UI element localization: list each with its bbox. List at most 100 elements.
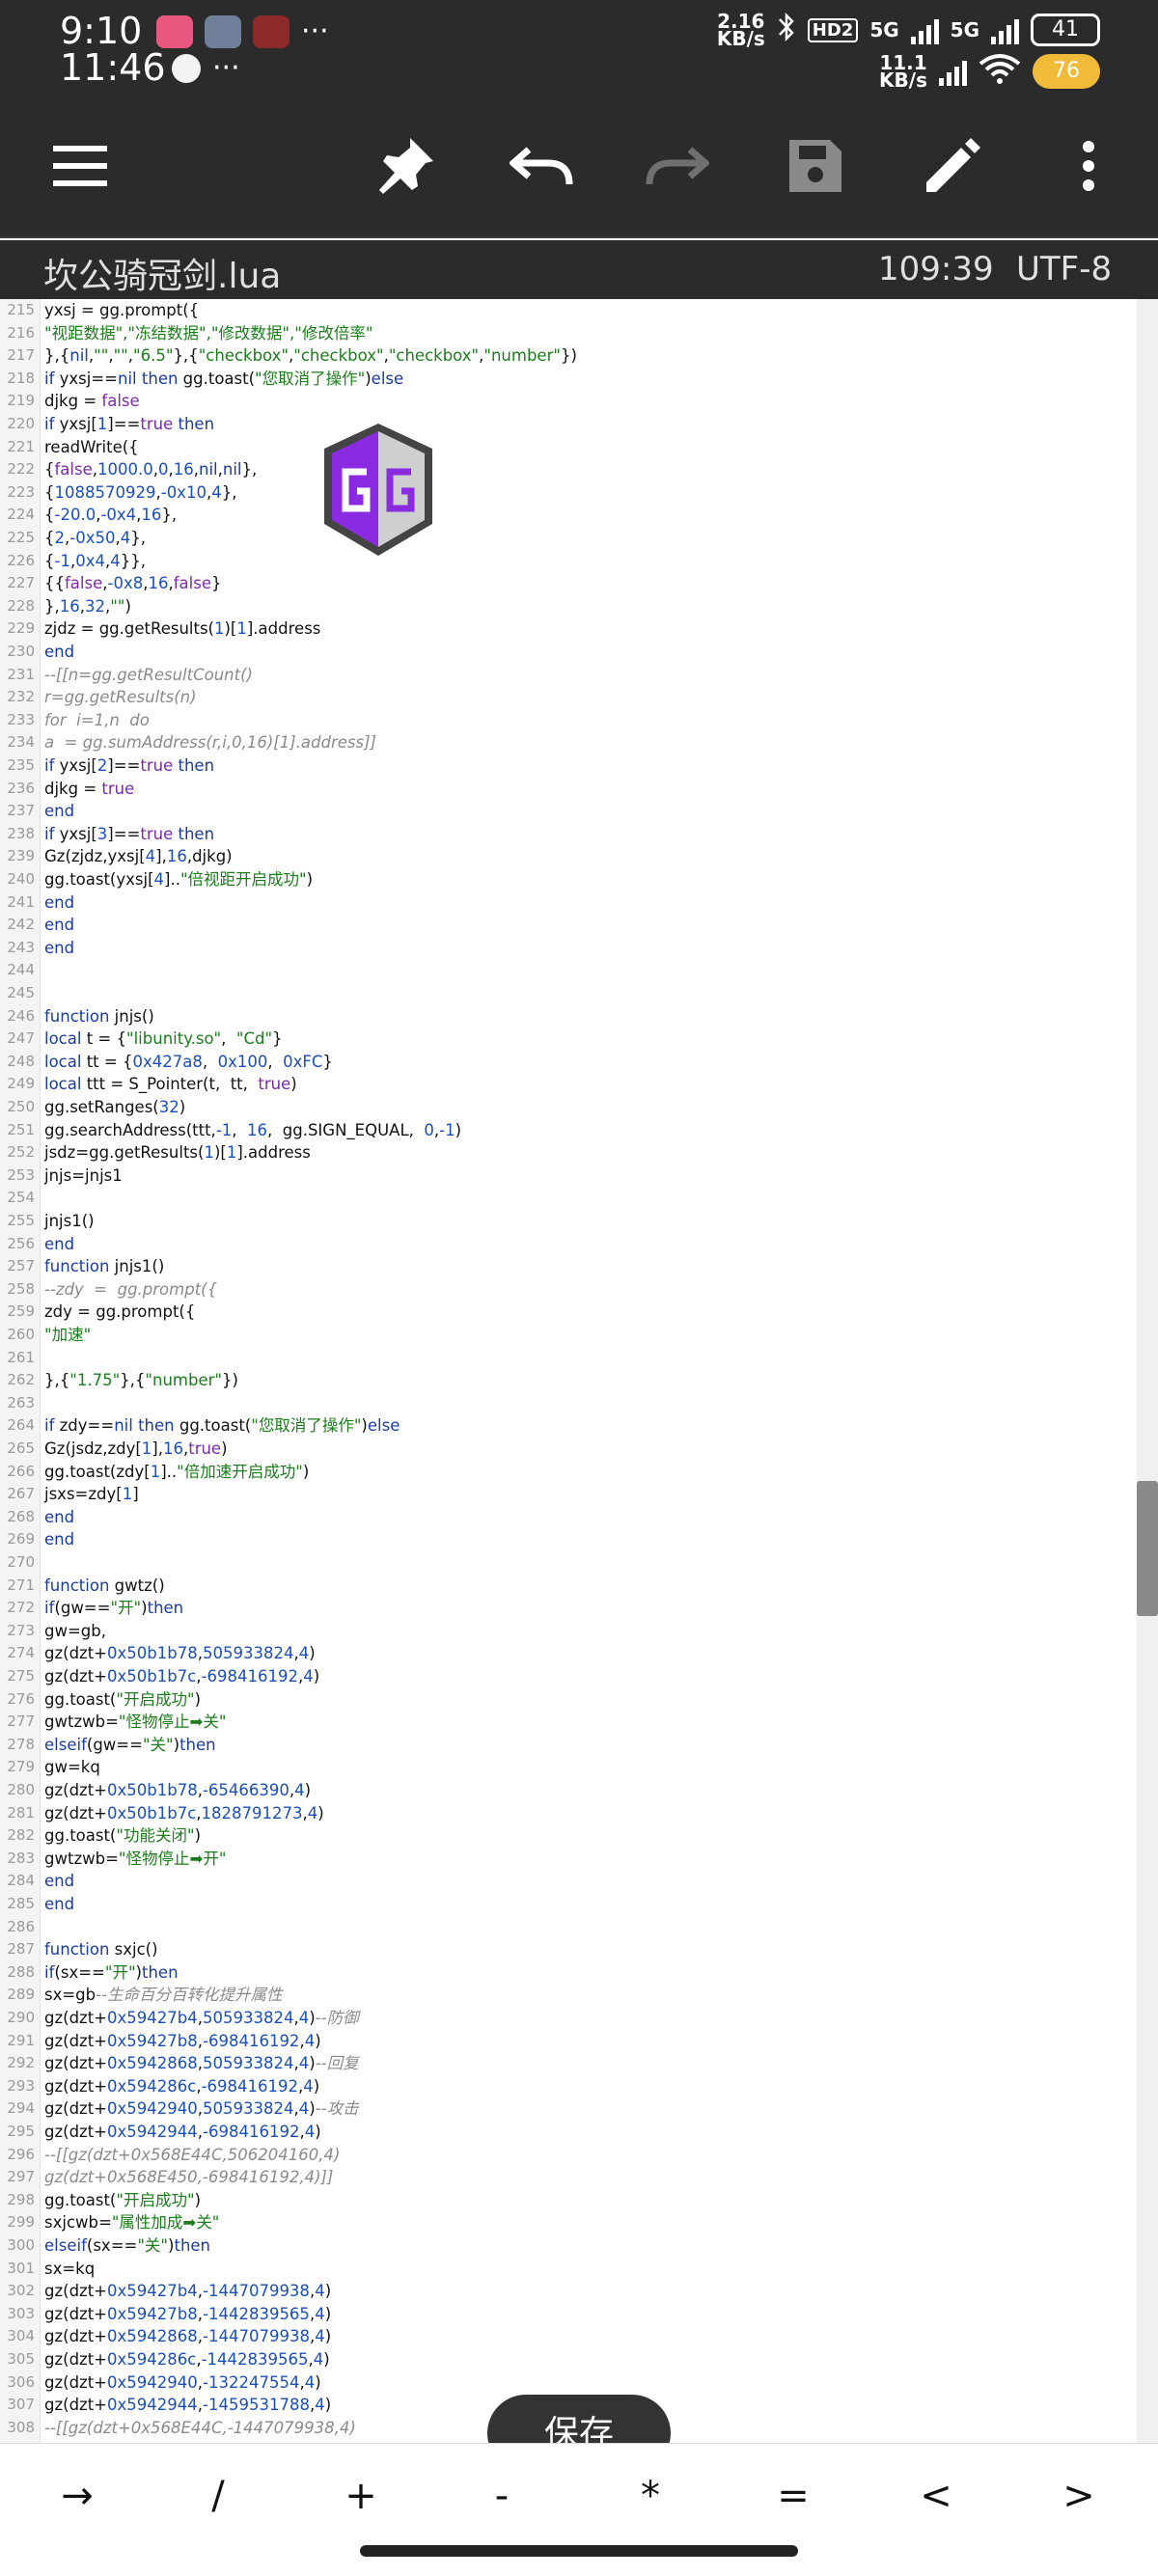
code-line[interactable]: 281 gz(dzt+0x50b1b7c,1828791273,4) xyxy=(0,1802,1137,1825)
code-line[interactable]: 294 gz(dzt+0x5942940,505933824,4)--攻击 xyxy=(0,2097,1137,2121)
code-line[interactable]: 243 end xyxy=(0,937,1137,960)
code-line[interactable]: 260 "加速" xyxy=(0,1324,1137,1347)
home-indicator[interactable] xyxy=(360,2545,798,2557)
code-line[interactable]: 266 gg.toast(zdy[1].."倍加速开启成功") xyxy=(0,1461,1137,1484)
menu-button[interactable] xyxy=(37,123,124,209)
code-line[interactable]: 292 gz(dzt+0x5942868,505933824,4)--回复 xyxy=(0,2052,1137,2075)
code-editor[interactable]: 215 yxsj = gg.prompt({216 "视距数据","冻结数据","修… xyxy=(0,299,1137,2443)
code-line[interactable]: 305 gz(dzt+0x594286c,-1442839565,4) xyxy=(0,2348,1137,2371)
code-line[interactable]: 244 xyxy=(0,959,1137,982)
code-line[interactable]: 262},{"1.75"},{"number"}) xyxy=(0,1369,1137,1392)
code-line[interactable]: 306 gz(dzt+0x5942940,-132247554,4) xyxy=(0,2371,1137,2395)
pin-button[interactable] xyxy=(362,123,449,209)
code-line[interactable]: 284 end xyxy=(0,1870,1137,1893)
undo-button[interactable] xyxy=(498,123,585,209)
code-line[interactable]: 271 function gwtz() xyxy=(0,1575,1137,1598)
code-line[interactable]: 298 gg.toast("开启成功") xyxy=(0,2189,1137,2212)
code-line[interactable]: 273 gw=gb, xyxy=(0,1620,1137,1643)
code-line[interactable]: 251 gg.searchAddress(ttt,-1, 16, gg.SIGN_… xyxy=(0,1119,1137,1142)
code-line[interactable]: 256 end xyxy=(0,1233,1137,1256)
code-line[interactable]: 300 elseif(sx=="关")then xyxy=(0,2234,1137,2258)
code-line[interactable]: 299 sxjcwb="属性加成➡关" xyxy=(0,2211,1137,2234)
redo-button[interactable] xyxy=(634,123,721,209)
code-line[interactable]: 228},16,32,"") xyxy=(0,595,1137,618)
code-line[interactable]: 218 if yxsj==nil then gg.toast("您取消了操作")e… xyxy=(0,368,1137,391)
code-line[interactable]: 275 gz(dzt+0x50b1b7c,-698416192,4) xyxy=(0,1665,1137,1688)
edit-button[interactable] xyxy=(909,123,996,209)
code-line[interactable]: 220 if yxsj[1]==true then xyxy=(0,413,1137,436)
code-line[interactable]: 289 sx=gb--生命百分百转化提升属性 xyxy=(0,1984,1137,2007)
code-line[interactable]: 290 gz(dzt+0x59427b4,505933824,4)--防御 xyxy=(0,2007,1137,2030)
symbol-key[interactable]: → xyxy=(19,2467,135,2525)
symbol-key[interactable]: + xyxy=(303,2467,419,2525)
code-line[interactable]: 255 jnjs1() xyxy=(0,1210,1137,1233)
code-line[interactable]: 236 djkg = true xyxy=(0,778,1137,801)
code-line[interactable]: 222 {false,1000.0,0,16,nil,nil}, xyxy=(0,458,1137,481)
code-line[interactable]: 286 xyxy=(0,1916,1137,1939)
code-line[interactable]: 301 sx=kq xyxy=(0,2258,1137,2281)
code-line[interactable]: 246 function jnjs() xyxy=(0,1005,1137,1028)
code-line[interactable]: 293 gz(dzt+0x594286c,-698416192,4) xyxy=(0,2075,1137,2098)
symbol-key[interactable]: < xyxy=(878,2467,994,2525)
code-line[interactable]: 229 zjdz = gg.getResults(1)[1].address xyxy=(0,617,1137,641)
code-line[interactable]: 249 local ttt = S_Pointer(t, tt, true) xyxy=(0,1073,1137,1096)
code-line[interactable]: 227 {{false,-0x8,16,false} xyxy=(0,572,1137,595)
code-line[interactable]: 264 if zdy==nil then gg.toast("您取消了操作")el… xyxy=(0,1414,1137,1438)
editor-scrollbar-track[interactable] xyxy=(1137,299,1158,2443)
file-encoding[interactable]: UTF-8 xyxy=(1016,250,1112,288)
code-line[interactable]: 247 local t = {"libunity.so", "Cd"} xyxy=(0,1028,1137,1051)
code-line[interactable]: 239 Gz(zjdz,yxsj[4],16,djkg) xyxy=(0,845,1137,868)
code-line[interactable]: 257 function jnjs1() xyxy=(0,1255,1137,1278)
code-line[interactable]: 253 jnjs=jnjs1 xyxy=(0,1165,1137,1188)
code-line[interactable]: 285 end xyxy=(0,1893,1137,1916)
code-line[interactable]: 297 gz(dzt+0x568E450,-698416192,4)]] xyxy=(0,2166,1137,2189)
symbol-key[interactable]: * xyxy=(593,2467,708,2525)
code-line[interactable]: 276 gg.toast("开启成功") xyxy=(0,1688,1137,1712)
code-line[interactable]: 258 --zdy = gg.prompt({ xyxy=(0,1278,1137,1302)
code-line[interactable]: 261 xyxy=(0,1347,1137,1370)
code-line[interactable]: 288 if(sx=="开")then xyxy=(0,1961,1137,1985)
code-line[interactable]: 259 zdy = gg.prompt({ xyxy=(0,1301,1137,1324)
code-line[interactable]: 265 Gz(jsdz,zdy[1],16,true) xyxy=(0,1438,1137,1461)
code-line[interactable]: 270 xyxy=(0,1551,1137,1575)
gameguardian-floating-icon[interactable] xyxy=(318,420,439,560)
code-line[interactable]: 237 end xyxy=(0,800,1137,823)
code-line[interactable]: 263 xyxy=(0,1392,1137,1415)
code-line[interactable]: 221 readWrite({ xyxy=(0,436,1137,459)
symbol-key[interactable]: > xyxy=(1021,2467,1137,2525)
code-line[interactable]: 216 "视距数据","冻结数据","修改数据","修改倍率" xyxy=(0,322,1137,345)
code-line[interactable]: 279 gw=kq xyxy=(0,1756,1137,1779)
code-line[interactable]: 232 r=gg.getResults(n) xyxy=(0,686,1137,709)
code-line[interactable]: 296 --[[gz(dzt+0x568E44C,506204160,4) xyxy=(0,2144,1137,2167)
code-line[interactable]: 250 gg.setRanges(32) xyxy=(0,1096,1137,1119)
code-line[interactable]: 242 end xyxy=(0,914,1137,937)
code-line[interactable]: 226 {-1,0x4,4}}, xyxy=(0,550,1137,573)
code-line[interactable]: 287 function sxjc() xyxy=(0,1938,1137,1961)
code-line[interactable]: 283 gwtzwb="怪物停止➡开" xyxy=(0,1848,1137,1871)
code-line[interactable]: 233 for i=1,n do xyxy=(0,709,1137,732)
code-line[interactable]: 302 gz(dzt+0x59427b4,-1447079938,4) xyxy=(0,2280,1137,2303)
code-line[interactable]: 278 elseif(gw=="关")then xyxy=(0,1734,1137,1757)
code-line[interactable]: 241 end xyxy=(0,891,1137,915)
code-line[interactable]: 238 if yxsj[3]==true then xyxy=(0,823,1137,846)
code-line[interactable]: 282 gg.toast("功能关闭") xyxy=(0,1824,1137,1848)
symbol-key[interactable]: - xyxy=(444,2467,560,2525)
code-line[interactable]: 280 gz(dzt+0x50b1b78,-65466390,4) xyxy=(0,1779,1137,1802)
code-line[interactable]: 303 gz(dzt+0x59427b8,-1442839565,4) xyxy=(0,2303,1137,2326)
code-line[interactable]: 295 gz(dzt+0x5942944,-698416192,4) xyxy=(0,2121,1137,2144)
code-line[interactable]: 245 xyxy=(0,982,1137,1005)
symbol-key[interactable]: = xyxy=(735,2467,851,2525)
code-line[interactable]: 231 --[[n=gg.getResultCount() xyxy=(0,664,1137,687)
code-line[interactable]: 217},{nil,"","","6.5"},{"checkbox","chec… xyxy=(0,344,1137,368)
code-line[interactable]: 291 gz(dzt+0x59427b8,-698416192,4) xyxy=(0,2030,1137,2053)
more-options-button[interactable] xyxy=(1045,123,1132,209)
code-line[interactable]: 252 jsdz=gg.getResults(1)[1].address xyxy=(0,1141,1137,1165)
editor-scrollbar-thumb[interactable] xyxy=(1137,1481,1158,1616)
code-line[interactable]: 240 gg.toast(yxsj[4].."倍视距开启成功") xyxy=(0,868,1137,891)
code-line[interactable]: 223 {1088570929,-0x10,4}, xyxy=(0,481,1137,505)
symbol-key[interactable]: / xyxy=(160,2467,276,2525)
code-line[interactable]: 269 end xyxy=(0,1528,1137,1551)
code-line[interactable]: 267 jsxs=zdy[1] xyxy=(0,1483,1137,1506)
code-line[interactable]: 234 a = gg.sumAddress(r,i,0,16)[1].addres… xyxy=(0,731,1137,754)
code-line[interactable]: 272 if(gw=="开")then xyxy=(0,1597,1137,1620)
